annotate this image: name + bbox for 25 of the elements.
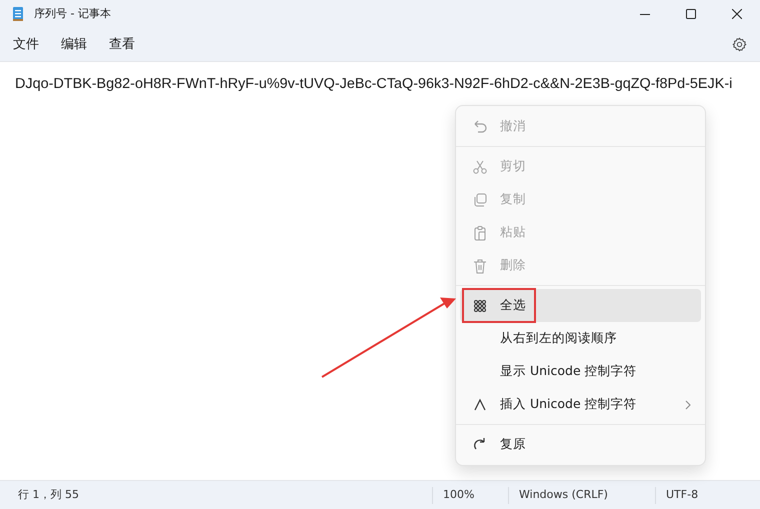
settings-icon: [732, 37, 746, 52]
menu-item[interactable]: 从右到左的阅读顺序: [460, 322, 701, 355]
menu-item[interactable]: 复原: [460, 428, 701, 461]
menu-item[interactable]: 查看: [102, 30, 142, 58]
scissors-icon: [472, 158, 488, 174]
close-icon: [732, 9, 742, 19]
status-text: UTF-8: [655, 486, 760, 504]
status-text: Windows (CRLF): [508, 486, 655, 504]
caret-up-icon: [472, 396, 488, 412]
maximize-icon: [686, 9, 696, 19]
clipboard-icon: [472, 224, 488, 240]
copy-icon: [472, 192, 488, 208]
menu-item[interactable]: 编辑: [54, 30, 94, 58]
menu-item[interactable]: 插入 Unicode 控制字符: [460, 388, 701, 421]
undo-icon: [472, 118, 488, 134]
notepad-icon: [12, 6, 24, 22]
status-text: 行 1，列 55: [17, 486, 80, 503]
menu-item[interactable]: 全选: [460, 289, 701, 322]
status-text: 100%: [432, 486, 508, 504]
menu-item[interactable]: 显示 Unicode 控制字符: [460, 355, 701, 388]
trash-icon: [472, 258, 488, 274]
grid-icon: [472, 298, 488, 314]
window-title: 序列号 - 记事本: [34, 6, 111, 22]
menu-item[interactable]: 文件: [6, 30, 46, 58]
document-text[interactable]: DJqo-DTBK-Bg82-oH8R-FWnT-hRyF-u%9v-tUVQ-JeBc-CTaQ-96k3-N92F-6hD2-c&&N-2E3B-gqZQ-f8Pd-5EJK-i: [15, 76, 732, 92]
